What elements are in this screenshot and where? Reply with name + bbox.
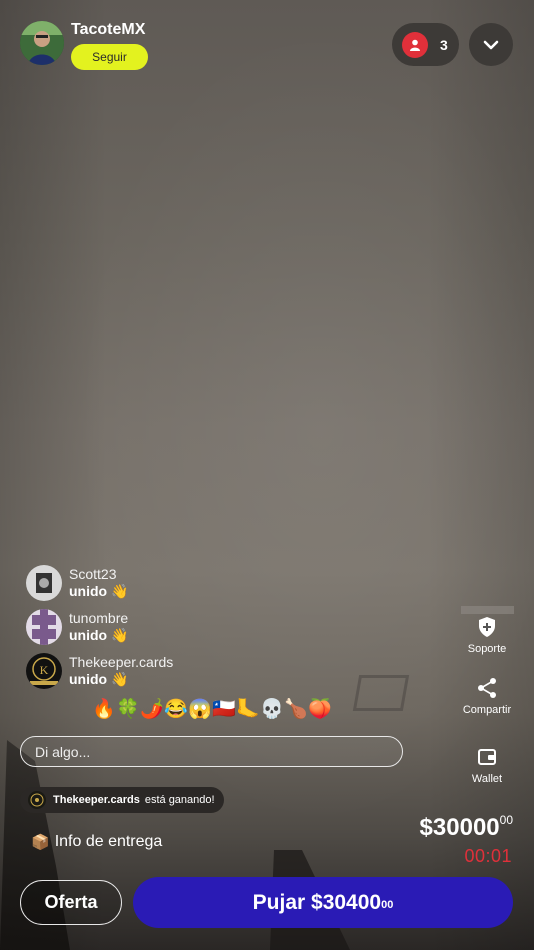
reaction-skull[interactable]: 💀 bbox=[260, 697, 284, 721]
wallet-icon bbox=[456, 746, 518, 768]
reaction-bar: 🔥 🍀 🌶️ 😂 😱 🇨🇱 🦶 💀 🍗 🍑 bbox=[92, 697, 332, 721]
bid-cents: 00 bbox=[381, 898, 394, 911]
avatar[interactable] bbox=[26, 565, 62, 601]
viewer-count-button[interactable]: 3 bbox=[392, 23, 459, 66]
event-status: unido 👋 bbox=[69, 627, 129, 643]
expand-menu-button[interactable] bbox=[469, 23, 513, 66]
avatar bbox=[28, 791, 46, 809]
bid-label: Pujar $30400 bbox=[252, 890, 382, 914]
support-backdrop bbox=[461, 606, 514, 614]
current-price: $3000000 bbox=[420, 813, 513, 843]
background-lamp bbox=[352, 675, 410, 711]
user-icon bbox=[402, 31, 428, 58]
host-name[interactable]: TacoteMX bbox=[71, 21, 148, 39]
reaction-clover[interactable]: 🍀 bbox=[116, 697, 140, 721]
reaction-drumstick[interactable]: 🍗 bbox=[284, 697, 308, 721]
shield-plus-icon bbox=[456, 616, 518, 638]
winner-name: Thekeeper.cards bbox=[53, 794, 140, 806]
reaction-foot[interactable]: 🦶 bbox=[236, 697, 260, 721]
bid-button[interactable]: Pujar $30400 00 bbox=[133, 877, 513, 928]
support-label: Soporte bbox=[467, 643, 507, 655]
share-button[interactable]: Compartir bbox=[456, 677, 518, 716]
chevron-down-icon bbox=[483, 40, 499, 49]
winner-message: está ganando! bbox=[144, 794, 215, 806]
package-icon: 📦 bbox=[31, 834, 50, 851]
price-cents: 00 bbox=[499, 813, 513, 827]
support-button[interactable]: Soporte bbox=[456, 616, 518, 655]
share-label: Compartir bbox=[462, 704, 512, 716]
event-status: unido 👋 bbox=[69, 671, 129, 687]
delivery-info-link[interactable]: 📦 Info de entrega bbox=[31, 833, 162, 851]
avatar[interactable]: K bbox=[26, 653, 62, 689]
wallet-label: Wallet bbox=[471, 773, 503, 785]
share-icon bbox=[456, 677, 518, 699]
follow-button[interactable]: Seguir bbox=[71, 44, 148, 70]
reaction-fire[interactable]: 🔥 bbox=[92, 697, 116, 721]
event-username: Thekeeper.cards bbox=[69, 654, 174, 670]
auction-timer: 00:01 bbox=[464, 846, 512, 866]
event-username: tunombre bbox=[69, 610, 129, 626]
event-status: unido 👋 bbox=[69, 583, 129, 599]
reaction-pepper[interactable]: 🌶️ bbox=[140, 697, 164, 721]
reaction-peach[interactable]: 🍑 bbox=[308, 697, 332, 721]
reaction-laugh[interactable]: 😂 bbox=[164, 697, 188, 721]
list-item: Scott23 unido 👋 bbox=[26, 561, 173, 605]
reaction-flag-chile[interactable]: 🇨🇱 bbox=[212, 697, 236, 721]
delivery-label: Info de entrega bbox=[54, 833, 163, 850]
list-item: tunombre unido 👋 bbox=[26, 605, 173, 649]
wallet-button[interactable]: Wallet bbox=[456, 746, 518, 785]
price-amount: $30000 bbox=[419, 814, 500, 841]
list-item: K Thekeeper.cards unido 👋 bbox=[26, 649, 173, 693]
join-events-list: Scott23 unido 👋 tunombre unido 👋 K Theke… bbox=[26, 561, 173, 693]
chat-input[interactable]: Di algo... bbox=[20, 736, 403, 767]
viewer-count: 3 bbox=[440, 36, 448, 53]
host-header: TacoteMX Seguir bbox=[20, 21, 148, 70]
avatar[interactable] bbox=[26, 609, 62, 645]
svg-text:K: K bbox=[40, 663, 49, 677]
offer-button[interactable]: Oferta bbox=[20, 880, 122, 925]
reaction-scream[interactable]: 😱 bbox=[188, 697, 212, 721]
event-username: Scott23 bbox=[69, 566, 117, 582]
host-avatar[interactable] bbox=[20, 21, 64, 65]
winner-badge: Thekeeper.cards está ganando! bbox=[20, 787, 224, 813]
